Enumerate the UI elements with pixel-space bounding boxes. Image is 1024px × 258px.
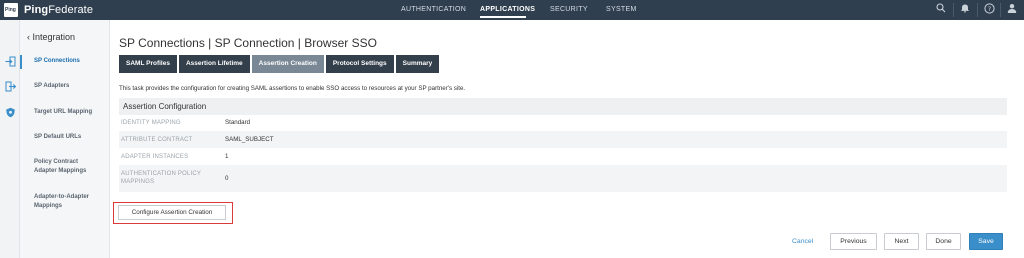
- config-row-identity-mapping: IDENTITY MAPPING Standard: [119, 115, 1007, 131]
- logo-text: Ping: [5, 7, 16, 13]
- integration-sidebar: ‹ Integration SP Connections SP Adapters…: [20, 20, 110, 258]
- brand-light: Federate: [48, 4, 94, 16]
- help-icon[interactable]: ?: [982, 3, 996, 17]
- sidebar-back-label: Integration: [32, 32, 76, 42]
- sidebar-item-sp-connections[interactable]: SP Connections: [34, 57, 106, 66]
- tab-assertion-lifetime[interactable]: Assertion Lifetime: [178, 55, 250, 73]
- brand-bold: Ping: [24, 4, 49, 16]
- top-navigation-bar: Ping PingFederate AUTHENTICATION APPLICA…: [0, 0, 1024, 20]
- divider: [977, 3, 978, 17]
- save-button[interactable]: Save: [969, 233, 1003, 250]
- configure-assertion-creation-button[interactable]: Configure Assertion Creation: [118, 205, 226, 220]
- back-to-integration-link[interactable]: ‹ Integration: [27, 32, 75, 42]
- sidebar-item-adapter-to-adapter-mappings[interactable]: Adapter-to-Adapter Mappings: [34, 193, 100, 211]
- ping-logo[interactable]: Ping: [4, 3, 18, 17]
- config-row-value: 1: [225, 153, 229, 160]
- page-title: SP Connections | SP Connection | Browser…: [119, 36, 377, 50]
- nav-applications[interactable]: APPLICATIONS: [480, 6, 535, 13]
- config-row-value: 0: [225, 175, 229, 182]
- nav-security[interactable]: SECURITY: [550, 6, 588, 13]
- nav-active-indicator: [480, 16, 526, 18]
- config-row-label: IDENTITY MAPPING: [121, 120, 181, 126]
- sidebar-item-policy-contract-adapter-mappings[interactable]: Policy Contract Adapter Mappings: [34, 158, 100, 176]
- shield-icon[interactable]: [4, 107, 16, 119]
- sign-out-icon[interactable]: [4, 81, 16, 93]
- section-header: Assertion Configuration: [119, 98, 1007, 115]
- divider: [1000, 3, 1001, 17]
- sidebar-item-target-url-mapping[interactable]: Target URL Mapping: [34, 108, 106, 117]
- product-name: PingFederate: [24, 4, 93, 16]
- previous-button[interactable]: Previous: [830, 233, 877, 250]
- config-row-value: SAML_SUBJECT: [225, 136, 274, 143]
- task-description: This task provides the configuration for…: [119, 85, 466, 92]
- sidebar-item-sp-default-urls[interactable]: SP Default URLs: [34, 133, 106, 142]
- sidebar-active-indicator: [20, 55, 22, 69]
- config-row-attribute-contract: ATTRIBUTE CONTRACT SAML_SUBJECT: [119, 131, 1007, 148]
- sign-in-icon[interactable]: [4, 56, 16, 68]
- user-icon[interactable]: [1005, 3, 1019, 17]
- cancel-link[interactable]: Cancel: [792, 238, 813, 245]
- tab-protocol-settings[interactable]: Protocol Settings: [325, 55, 394, 73]
- bell-icon[interactable]: [958, 3, 972, 17]
- tab-assertion-creation[interactable]: Assertion Creation: [251, 55, 324, 73]
- nav-system[interactable]: SYSTEM: [606, 6, 637, 13]
- wizard-tabs: SAML Profiles Assertion Lifetime Asserti…: [119, 55, 441, 73]
- config-row-label: ATTRIBUTE CONTRACT: [121, 137, 193, 143]
- config-row-adapter-instances: ADAPTER INSTANCES 1: [119, 148, 1007, 165]
- tab-saml-profiles[interactable]: SAML Profiles: [119, 55, 177, 73]
- divider: [953, 3, 954, 17]
- config-row-authentication-policy-mappings: AUTHENTICATION POLICY MAPPINGS 0: [119, 165, 1007, 192]
- next-button[interactable]: Next: [884, 233, 919, 250]
- icon-rail: [0, 20, 20, 258]
- config-row-label: AUTHENTICATION POLICY MAPPINGS: [121, 171, 201, 185]
- config-row-value: Standard: [225, 119, 251, 126]
- nav-authentication[interactable]: AUTHENTICATION: [401, 6, 466, 13]
- config-row-label: ADAPTER INSTANCES: [121, 154, 189, 160]
- tab-summary[interactable]: Summary: [395, 55, 440, 73]
- sidebar-item-sp-adapters[interactable]: SP Adapters: [34, 82, 106, 91]
- svg-text:?: ?: [987, 5, 990, 13]
- done-button[interactable]: Done: [926, 233, 961, 250]
- section-title: Assertion Configuration: [123, 102, 207, 111]
- search-icon[interactable]: [934, 3, 948, 17]
